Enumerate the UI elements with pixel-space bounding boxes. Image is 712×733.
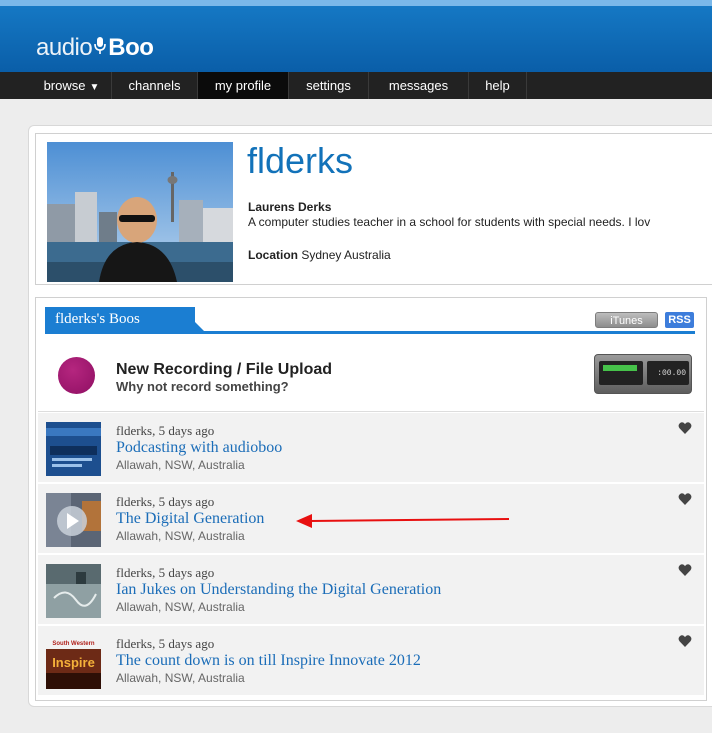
boo-location: Allawah, NSW, Australia: [116, 600, 245, 614]
dropdown-caret-icon: ▼: [89, 82, 100, 93]
rss-button[interactable]: RSS: [665, 312, 694, 328]
boo-thumbnail[interactable]: [46, 493, 101, 547]
boo-meta: flderks, 5 days ago: [116, 494, 215, 509]
heart-icon[interactable]: [678, 421, 692, 435]
boo-item[interactable]: flderks, 5 days ago Podcasting with audi…: [38, 413, 704, 483]
record-icon[interactable]: [58, 357, 95, 394]
boo-thumbnail[interactable]: [46, 422, 101, 476]
tab-corner: [180, 307, 204, 331]
inspire-thumb-text: Inspire: [52, 655, 95, 670]
new-recording-subtitle: Why not record something?: [116, 379, 289, 394]
boo-title[interactable]: Ian Jukes on Understanding the Digital G…: [116, 581, 441, 599]
boo-thumbnail[interactable]: [46, 564, 101, 618]
nav-browse[interactable]: browse ▼: [32, 72, 112, 99]
boo-title[interactable]: The Digital Generation: [116, 510, 264, 528]
annotation-arrow: [296, 514, 510, 528]
boo-title[interactable]: The count down is on till Inspire Innova…: [116, 652, 421, 670]
profile-photo: [47, 142, 233, 282]
nav-settings[interactable]: settings: [289, 72, 369, 99]
profile-username: flderks: [247, 140, 354, 181]
boos-tab[interactable]: flderks's Boos: [45, 307, 195, 331]
nav-channels[interactable]: channels: [112, 72, 198, 99]
microphone-icon: [93, 35, 107, 54]
nav-messages[interactable]: messages: [369, 72, 469, 99]
profile-location: Location Sydney Australia: [248, 248, 391, 262]
heart-icon[interactable]: [678, 634, 692, 648]
itunes-button[interactable]: iTunes: [595, 312, 658, 328]
boo-item[interactable]: flderks, 5 days ago Ian Jukes on Underst…: [38, 555, 704, 625]
new-recording-title[interactable]: New Recording / File Upload: [116, 361, 332, 379]
profile-bio: A computer studies teacher in a school f…: [248, 215, 651, 229]
heart-icon[interactable]: [678, 492, 692, 506]
boo-meta: flderks, 5 days ago: [116, 423, 215, 438]
audioboo-logo[interactable]: audio Boo: [36, 34, 154, 62]
boo-title[interactable]: Podcasting with audioboo: [116, 439, 282, 457]
boo-meta: flderks, 5 days ago: [116, 565, 215, 580]
header-bar: audio Boo: [0, 0, 712, 72]
boo-item[interactable]: South Western Inspire flderks, 5 days ag…: [38, 626, 704, 696]
boo-location: Allawah, NSW, Australia: [116, 529, 245, 543]
tab-underline: [45, 331, 695, 334]
profile-real-name: Laurens Derks: [248, 200, 332, 214]
nav-my-profile[interactable]: my profile: [198, 72, 289, 99]
heart-icon[interactable]: [678, 563, 692, 577]
inspire-thumb-top-text: South Western: [52, 641, 95, 647]
recorder-time: :00.00: [647, 361, 689, 385]
boo-thumbnail[interactable]: South Western Inspire: [46, 635, 101, 689]
boo-location: Allawah, NSW, Australia: [116, 671, 245, 685]
recorder-device-icon[interactable]: :00.00: [594, 354, 692, 394]
recorder-screen-left: [599, 361, 643, 385]
main-nav: browse ▼ channels my profile settings mes…: [0, 72, 712, 99]
nav-help[interactable]: help: [469, 72, 527, 99]
boo-meta: flderks, 5 days ago: [116, 636, 215, 651]
boo-location: Allawah, NSW, Australia: [116, 458, 245, 472]
